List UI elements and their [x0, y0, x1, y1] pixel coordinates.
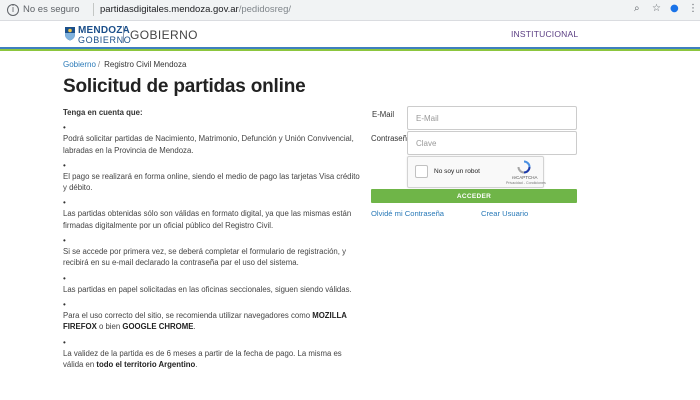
bullet-point: • [63, 123, 66, 133]
breadcrumb-separator: / [97, 60, 101, 69]
mendoza-shield-icon[interactable] [64, 26, 76, 41]
info-item-text: Si se accede por primera vez, se deberá … [63, 247, 346, 268]
browser-address-bar: i No es seguro partidasdigitales.mendoza… [0, 0, 700, 21]
kebab-menu-icon[interactable]: ⋮ [688, 3, 698, 14]
url-path: /pedidosreg/ [238, 4, 292, 15]
info-item-text: . [193, 322, 196, 332]
magnifier-icon[interactable]: ⌕ [634, 3, 640, 14]
acceder-button[interactable]: ACCEDER [371, 189, 577, 203]
info-item: • Si se accede por primera vez, se deber… [63, 235, 361, 269]
header-section-title[interactable]: GOBIERNO [130, 28, 198, 42]
url-field[interactable]: partidasdigitales.mendoza.gov.ar/pedidos… [100, 4, 291, 15]
info-item: • El pago se realizará en forma online, … [63, 160, 361, 194]
info-item-text: . [195, 359, 198, 369]
person-icon[interactable]: ● [670, 3, 679, 14]
breadcrumb-home-link[interactable]: Gobierno [63, 60, 96, 69]
recaptcha-logo-icon [517, 160, 531, 174]
nav-link-institucional[interactable]: INSTITUCIONAL [511, 29, 578, 39]
info-item: • Podrá solicitar partidas de Nacimiento… [63, 122, 361, 156]
captcha-checkbox[interactable] [415, 165, 428, 178]
password-label: Contraseña [371, 134, 412, 143]
star-icon[interactable]: ☆ [652, 3, 661, 14]
address-divider [93, 3, 94, 16]
email-label: E-Mail [372, 110, 395, 119]
url-host: partidasdigitales.mendoza.gov.ar [100, 4, 239, 15]
bullet-point: • [63, 198, 66, 208]
info-item: • La validez de la partida es de 6 meses… [63, 337, 361, 371]
logo-divider [123, 26, 124, 43]
bullet-point: • [63, 337, 66, 347]
info-item: • Las partidas obtenidas sólo son válida… [63, 197, 361, 231]
bullet-point: • [63, 299, 66, 309]
info-item-text: Podrá solicitar partidas de Nacimiento, … [63, 134, 354, 155]
email-field[interactable] [407, 106, 577, 130]
bullet-point: • [63, 236, 66, 246]
info-item-text: o bien [96, 322, 123, 332]
browser-chrome: GOOGLE CHROME [122, 322, 194, 332]
info-item-text: Las partidas en papel solicitadas en las… [63, 284, 352, 294]
info-heading: Tenga en cuenta que: [63, 108, 143, 117]
info-item: • Para el uso correcto del sitio, se rec… [63, 299, 361, 333]
recaptcha-terms[interactable]: Privacidad - Condiciones [506, 181, 546, 185]
info-item: • Las partidas en papel solicitadas en l… [63, 273, 361, 295]
create-user-link[interactable]: Crear Usuario [481, 209, 528, 218]
bullet-point: • [63, 273, 66, 283]
security-status-text[interactable]: No es seguro [23, 4, 80, 15]
forgot-password-link[interactable]: Olvidé mi Contraseña [371, 209, 444, 218]
header-stripe-green [0, 49, 700, 51]
bullet-point: • [63, 160, 66, 170]
info-item-text: El pago se realizará en forma online, si… [63, 171, 360, 193]
info-panel: Tenga en cuenta que: • Podrá solicitar p… [63, 107, 361, 374]
recaptcha-widget: No soy un robot reCAPTCHA Privacidad - C… [407, 156, 546, 188]
info-item-text: Las partidas obtenidas sólo son válidas … [63, 209, 352, 230]
info-circle-icon[interactable]: i [7, 4, 19, 16]
recaptcha-brand: reCAPTCHA [512, 175, 538, 180]
password-field[interactable] [407, 131, 577, 155]
breadcrumb: Gobierno / Registro Civil Mendoza [63, 60, 186, 69]
breadcrumb-current: Registro Civil Mendoza [104, 60, 187, 69]
captcha-label: No soy un robot [434, 168, 480, 175]
info-item-text: Para el uso correcto del sitio, se recom… [63, 310, 313, 320]
page-title: Solicitud de partidas online [63, 76, 306, 97]
territory-emphasis: todo el territorio Argentino [96, 359, 196, 369]
